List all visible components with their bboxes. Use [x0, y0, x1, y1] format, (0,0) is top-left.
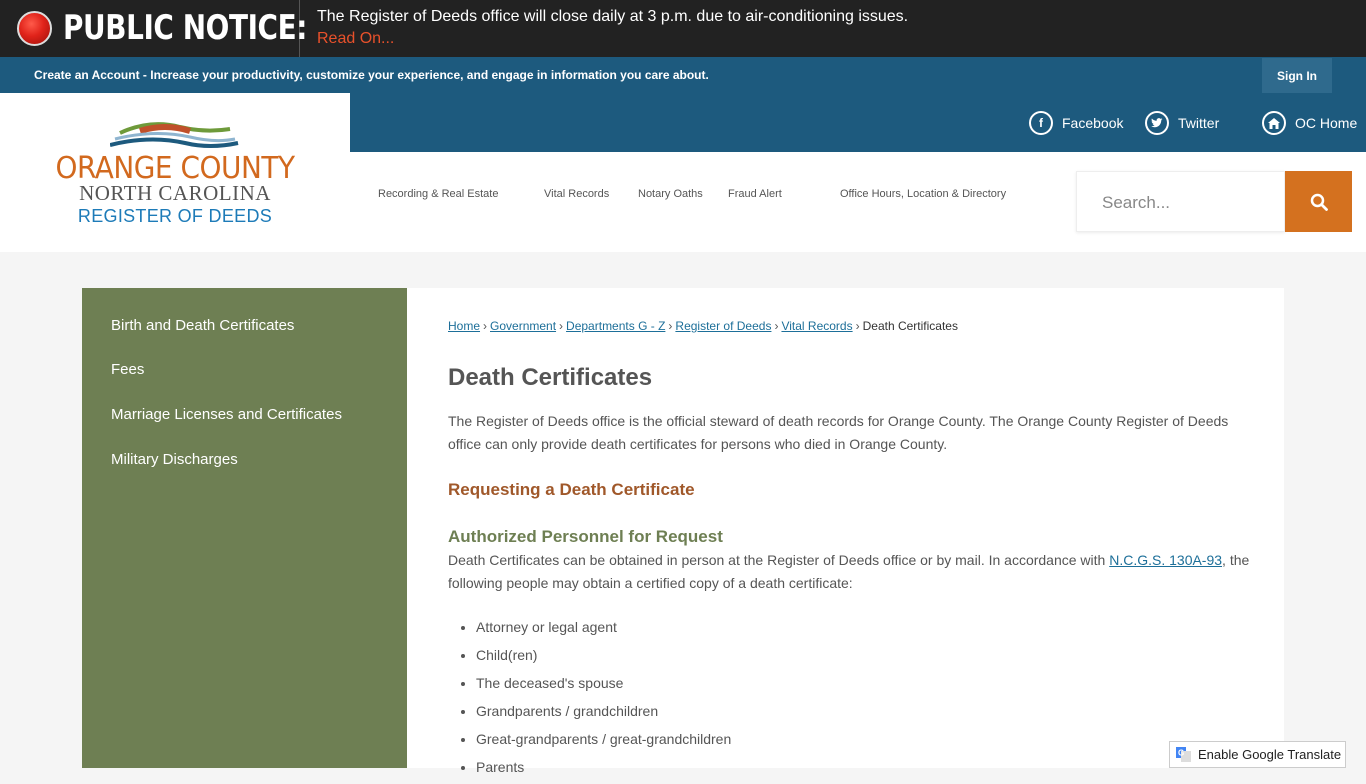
- home-icon: [1262, 111, 1286, 135]
- search-box: [1076, 171, 1286, 233]
- requesting-heading: Requesting a Death Certificate: [448, 480, 695, 499]
- sidebar-item-fees[interactable]: Fees: [111, 361, 144, 378]
- account-tagline: - Increase your productivity, customize …: [139, 68, 709, 82]
- authorized-list: Attorney or legal agent Child(ren) The d…: [476, 616, 731, 784]
- breadcrumb-home[interactable]: Home: [448, 319, 480, 333]
- twitter-icon: [1145, 111, 1169, 135]
- list-item: Grandparents / grandchildren: [476, 700, 731, 728]
- notice-read-on-link[interactable]: Read On...: [317, 30, 394, 48]
- breadcrumb-departments[interactable]: Departments G - Z: [566, 319, 665, 333]
- logo-waves-icon: [110, 122, 239, 148]
- svg-text:G: G: [1178, 749, 1184, 758]
- alert-dot-icon: [17, 11, 52, 46]
- facebook-icon: f: [1029, 111, 1053, 135]
- search-icon: [1310, 193, 1328, 211]
- intro-paragraph: The Register of Deeds office is the offi…: [448, 413, 1229, 452]
- nav-office-hours[interactable]: Office Hours, Location & Directory: [840, 188, 1006, 200]
- oc-home-link[interactable]: OC Home: [1262, 111, 1357, 135]
- breadcrumb-register-of-deeds[interactable]: Register of Deeds: [675, 319, 771, 333]
- list-item: The deceased's spouse: [476, 672, 731, 700]
- account-message: Create an Account - Increase your produc…: [34, 68, 709, 82]
- logo-state-name: NORTH CAROLINA: [79, 181, 271, 205]
- oc-home-label: OC Home: [1295, 115, 1358, 131]
- breadcrumb-separator: ›: [668, 319, 673, 333]
- sidebar-item-birth-death[interactable]: Birth and Death Certificates: [111, 317, 294, 334]
- account-bar: Create an Account - Increase your produc…: [0, 57, 1366, 94]
- notice-title: PUBLIC NOTICE:: [63, 8, 307, 48]
- sidebar-item-marriage[interactable]: Marriage Licenses and Certificates: [111, 406, 342, 423]
- nav-fraud-alert[interactable]: Fraud Alert: [728, 188, 782, 200]
- create-account-link[interactable]: Create an Account: [34, 68, 140, 82]
- breadcrumb: Home › Government › Departments G - Z › Regist…: [448, 319, 958, 333]
- breadcrumb-current: Death Certificates: [862, 319, 958, 333]
- breadcrumb-separator: ›: [559, 319, 564, 333]
- breadcrumb-government[interactable]: Government: [490, 319, 556, 333]
- translate-label: Enable Google Translate: [1198, 747, 1342, 762]
- nav-vital-records[interactable]: Vital Records: [544, 188, 609, 200]
- twitter-label: Twitter: [1178, 115, 1220, 131]
- ncgs-link[interactable]: N.C.G.S. 130A-93: [1109, 552, 1222, 568]
- search-input[interactable]: [1077, 172, 1286, 233]
- google-translate-button[interactable]: G Enable Google Translate: [1169, 741, 1346, 768]
- notice-label-area: PUBLIC NOTICE:: [0, 0, 307, 57]
- search-button[interactable]: [1285, 171, 1352, 232]
- list-item: Attorney or legal agent: [476, 616, 731, 644]
- logo-department-name: REGISTER OF DEEDS: [77, 206, 273, 226]
- breadcrumb-separator: ›: [483, 319, 488, 333]
- nav-notary-oaths[interactable]: Notary Oaths: [638, 188, 703, 200]
- breadcrumb-separator: ›: [855, 319, 860, 333]
- twitter-link[interactable]: Twitter: [1145, 111, 1219, 135]
- main-content: Home › Government › Departments G - Z › Regist…: [407, 288, 1284, 775]
- facebook-link[interactable]: f Facebook: [1029, 111, 1123, 135]
- site-logo[interactable]: ORANGE COUNTY NORTH CAROLINA REGISTER OF…: [0, 93, 350, 252]
- google-translate-icon: G: [1176, 747, 1191, 762]
- page-title: Death Certificates: [448, 364, 653, 391]
- list-item: Great-grandparents / great-grandchildren: [476, 728, 731, 756]
- authorized-heading: Authorized Personnel for Request: [448, 527, 723, 546]
- breadcrumb-vital-records[interactable]: Vital Records: [781, 319, 852, 333]
- list-item: Child(ren): [476, 644, 731, 672]
- authorized-paragraph: Death Certificates can be obtained in pe…: [448, 549, 1258, 595]
- sign-in-button[interactable]: Sign In: [1262, 58, 1332, 93]
- facebook-label: Facebook: [1062, 115, 1124, 131]
- nav-recording-real-estate[interactable]: Recording & Real Estate: [378, 188, 498, 200]
- sidebar-item-military[interactable]: Military Discharges: [111, 451, 238, 468]
- sidebar-nav: Birth and Death Certificates Fees Marria…: [82, 288, 407, 768]
- list-item: Parents: [476, 756, 731, 784]
- breadcrumb-separator: ›: [774, 319, 779, 333]
- social-links-bar: f Facebook Twitter OC Home: [350, 93, 1366, 152]
- public-notice-bar: PUBLIC NOTICE: The Register of Deeds off…: [0, 0, 1366, 57]
- authorized-text-before: Death Certificates can be obtained in pe…: [448, 552, 1110, 568]
- notice-message: The Register of Deeds office will close …: [317, 8, 909, 25]
